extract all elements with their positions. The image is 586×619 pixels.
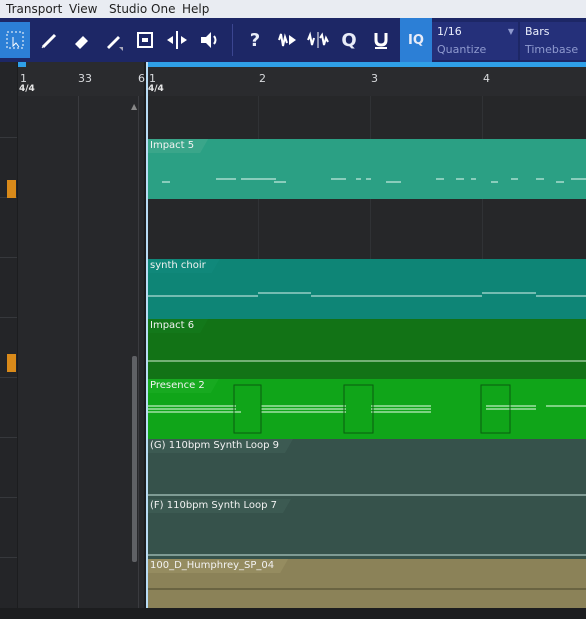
question-icon: ? [249,29,261,51]
ruler-number: 6 [138,72,145,85]
event-content [146,292,586,297]
track-event-synth-loop-7[interactable]: (F) 110bpm Synth Loop 7 [146,499,586,559]
arrangement-view[interactable]: Impact 5 synth choir Impact 6 Presence 2… [146,96,586,608]
event-content [146,588,586,590]
event-content [162,178,586,183]
chevron-down-icon: ▼ [507,27,514,36]
strip-silence-button[interactable] [272,22,302,58]
waveform-arrow-icon [278,33,296,47]
pencil-icon [107,36,123,51]
ruler-number: 2 [259,72,266,85]
eraser-tool-button[interactable] [66,22,96,58]
menu-studio-one[interactable]: Studio One [109,2,175,16]
event-content [146,360,586,362]
range-icon [41,33,57,49]
track-event-humphrey[interactable]: 100_D_Humphrey_SP_04 [146,559,586,608]
ruler-number: 33 [78,72,92,85]
track-marker-strip [0,62,17,608]
split-tool-button[interactable] [162,22,192,58]
snap-button[interactable] [366,22,396,58]
timebase-label: Timebase [525,43,579,56]
track-event-synth-choir[interactable]: synth choir [146,259,586,319]
menu-bar: Transport View Studio One Help [0,0,586,18]
listen-tool-button[interactable] [194,22,224,58]
playhead[interactable] [146,62,148,608]
quantize-select[interactable]: 1/16 ▼ Quantize [432,22,518,60]
waveform-split-icon [307,31,329,48]
q-icon: Q [341,29,357,51]
menu-help[interactable]: Help [182,2,209,16]
quantize-value: 1/16 [437,25,462,38]
iq-button[interactable]: IQ [400,18,432,62]
iq-label: IQ [408,32,424,48]
event-content [146,494,586,496]
time-signature: 4/4 [19,84,35,94]
note-blocks [233,384,511,434]
range-tool-button[interactable] [34,22,64,58]
split-icon [167,31,187,49]
bend-tool-button[interactable] [303,22,333,58]
menu-transport[interactable]: Transport [6,2,62,16]
select-icon [6,31,24,49]
timeline-ruler[interactable]: 1 2 3 4 4/4 [146,62,586,96]
time-signature: 4/4 [148,84,164,94]
overview-ruler[interactable]: 1 33 6 4/4 [18,62,145,96]
timebase-value: Bars [525,25,550,38]
ruler-number: 4 [483,72,490,85]
track-event-synth-loop-9[interactable]: (G) 110bpm Synth Loop 9 [146,439,586,499]
track-color-marker [7,354,16,372]
quantize-label: Quantize [437,43,487,56]
menu-view[interactable]: View [69,2,97,16]
magnet-icon [374,33,388,49]
track-event-impact-6[interactable]: Impact 6 [146,319,586,379]
track-event-impact-5[interactable]: Impact 5 [146,139,586,199]
track-color-marker [7,180,16,198]
event-content [146,554,586,556]
quantize-button[interactable]: Q [334,22,364,58]
select-tool-button[interactable] [0,22,30,58]
mute-tool-button[interactable] [130,22,160,58]
track-event-presence-2[interactable]: Presence 2 [146,379,586,439]
mute-box-icon [137,32,153,48]
scroll-up-arrow-icon[interactable]: ▲ [131,102,137,111]
help-button[interactable]: ? [240,22,270,58]
vertical-scrollbar-thumb[interactable] [132,356,137,562]
overview-panel [18,96,144,608]
eraser-icon [75,36,88,49]
ruler-number: 3 [371,72,378,85]
speaker-icon [201,32,217,48]
timebase-select[interactable]: Bars Timebase [520,22,586,60]
paint-tool-button[interactable] [98,22,128,58]
